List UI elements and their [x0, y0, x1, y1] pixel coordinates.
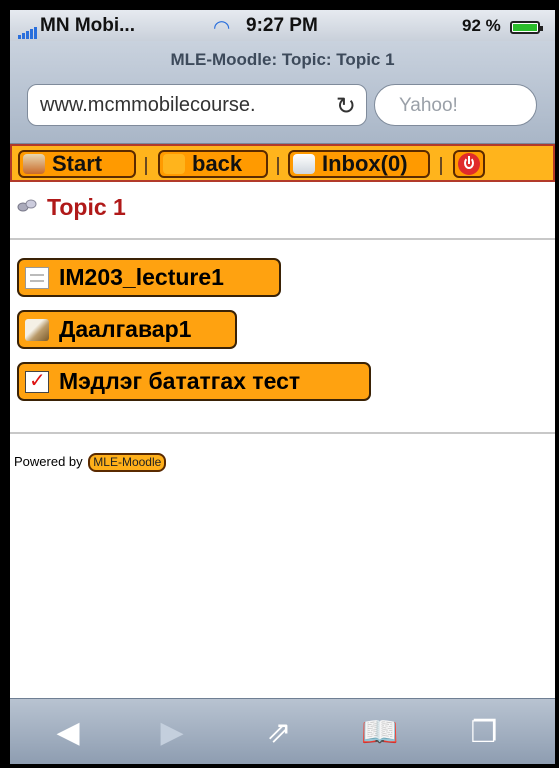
divider — [10, 432, 555, 434]
activity-lecture[interactable]: IM203_lecture1 — [17, 258, 281, 297]
powered-by: Powered by MLE-Moodle — [14, 453, 167, 472]
reload-icon[interactable]: ↻ — [336, 92, 356, 121]
safari-bottom-toolbar: ◀ ▶ ⇗ 📖 ❐ — [10, 698, 555, 764]
powered-by-text: Powered by — [14, 454, 83, 469]
page-title: MLE-Moodle: Topic: Topic 1 — [170, 50, 395, 69]
nav-separator — [440, 157, 442, 175]
search-input[interactable]: Yahoo! — [374, 84, 537, 126]
nav-separator — [277, 157, 279, 175]
nav-separator — [145, 157, 147, 175]
activity-quiz[interactable]: Мэдлэг бататгах тест — [17, 362, 371, 401]
chat-bubble-icon — [293, 154, 315, 174]
wifi-icon: ◠ — [214, 17, 230, 39]
battery-percentage: 92 % — [462, 16, 501, 35]
start-label: Start — [52, 151, 103, 176]
forward-arrow-icon[interactable]: ▶ — [148, 713, 196, 753]
mle-moodle-link[interactable]: MLE-Moodle — [88, 453, 167, 472]
activity-label: Даалгавар1 — [59, 316, 192, 342]
activity-assignment[interactable]: Даалгавар1 — [17, 310, 237, 349]
back-arrow-icon — [163, 154, 185, 174]
status-bar: MN Mobi... ◠ 9:27 PM 92 % — [10, 10, 555, 41]
address-bar[interactable]: www.mcmmobilecourse. ↻ — [27, 84, 367, 126]
quiz-icon — [25, 364, 49, 399]
back-label: back — [192, 151, 243, 176]
clock: 9:27 PM — [246, 15, 318, 36]
inbox-label: Inbox(0) — [322, 151, 408, 176]
start-button[interactable]: Start — [18, 150, 136, 178]
inbox-button[interactable]: Inbox(0) — [288, 150, 430, 178]
home-icon — [23, 154, 45, 174]
topic-heading: Topic 1 — [10, 192, 555, 232]
activity-label: IM203_lecture1 — [59, 264, 224, 290]
phone-screen: MN Mobi... ◠ 9:27 PM 92 % MLE-Moodle: To… — [10, 10, 555, 764]
divider — [10, 238, 555, 240]
back-button[interactable]: back — [158, 150, 268, 178]
tabs-icon[interactable]: ❐ — [460, 713, 508, 753]
moodle-nav-bar: Start back Inbox(0) — [10, 144, 555, 182]
topic-icon — [17, 199, 37, 212]
document-icon — [25, 267, 49, 289]
logout-button[interactable] — [453, 150, 485, 178]
activity-label: Мэдлэг бататгах тест — [59, 368, 301, 394]
carrier-name: MN Mobi... — [40, 15, 135, 36]
back-arrow-icon[interactable]: ◀ — [44, 713, 92, 753]
url-text: www.mcmmobilecourse. — [40, 94, 256, 116]
bookmarks-icon[interactable]: 📖 — [356, 713, 404, 753]
battery-icon — [510, 21, 543, 34]
topic-title: Topic 1 — [47, 194, 126, 220]
assignment-icon — [25, 319, 49, 341]
browser-toolbar: MLE-Moodle: Topic: Topic 1 www.mcmmobile… — [10, 41, 555, 144]
share-icon[interactable]: ⇗ — [255, 713, 303, 753]
power-icon — [458, 153, 480, 175]
